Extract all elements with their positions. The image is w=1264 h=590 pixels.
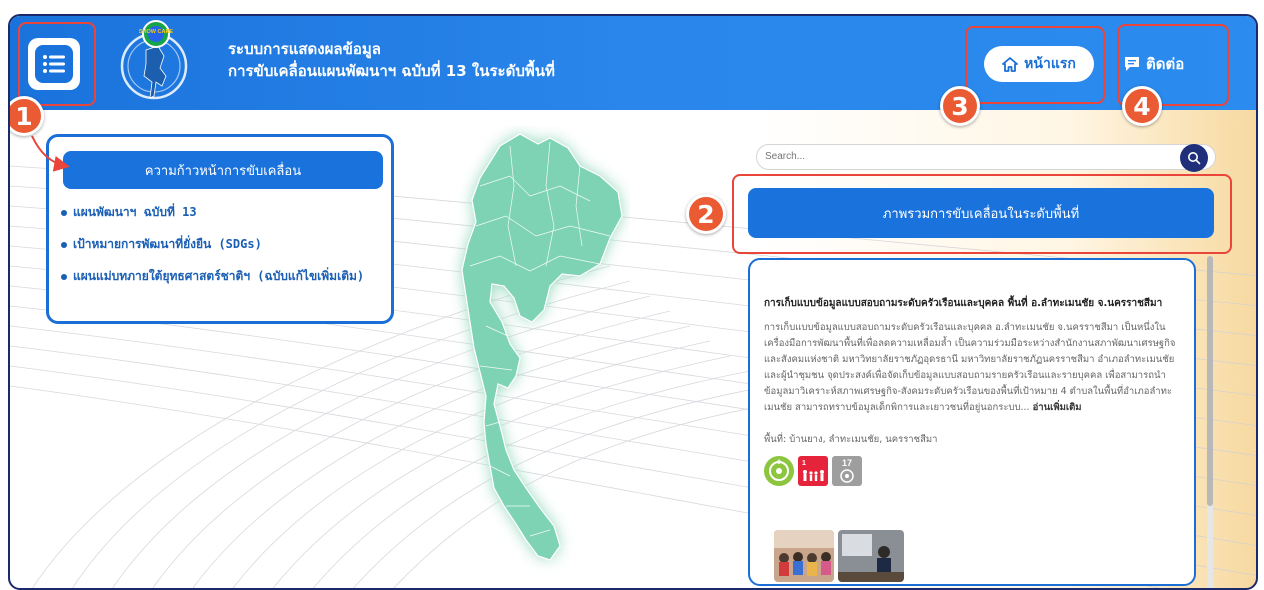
bullet-icon [61, 273, 67, 280]
menu-item-sdgs[interactable]: เป้าหมายการพัฒนาที่ยั่งยืน (SDGs) [61, 235, 262, 254]
sdg-badge-1[interactable]: 1 [798, 456, 828, 486]
read-more-link[interactable]: อ่านเพิ่มเติม [1033, 402, 1082, 413]
menu-item-label: แผนแม่บทภายใต้ยุทธศาสตร์ชาติฯ (ฉบับแก้ไข… [73, 269, 365, 283]
search-button[interactable] [1180, 144, 1208, 172]
title-line-2: การขับเคลื่อนแผนพัฒนาฯ ฉบับที่ 13 ในระดั… [228, 62, 555, 80]
title-line-1: ระบบการแสดงผลข้อมูล [228, 40, 381, 58]
search-icon [1188, 152, 1201, 165]
search-input[interactable] [765, 151, 1165, 162]
bullet-icon [61, 241, 67, 248]
sdg-badge-9[interactable]: 9 [764, 456, 794, 486]
photo-meeting-icon [774, 530, 834, 582]
scrollbar-thumb[interactable] [1207, 256, 1213, 506]
sdg-badge-17[interactable]: 17 [832, 456, 862, 486]
card-scrollbar[interactable] [1207, 256, 1213, 588]
photo-presentation-icon [838, 530, 904, 582]
menu-item-master-plan[interactable]: แผนแม่บทภายใต้ยุทธศาสตร์ชาติฯ (ฉบับแก้ไข… [61, 267, 364, 286]
annotation-box-2 [732, 174, 1232, 254]
bullet-icon [61, 209, 67, 216]
sdg-9-icon: 9 [769, 460, 789, 481]
card-location: พื้นที่: บ้านยาง, ลำทะเมนชัย, นครราชสีมา [764, 434, 938, 445]
annotation-number-3: 3 [940, 86, 980, 126]
progress-heading-button[interactable]: ความก้าวหน้าการขับเคลื่อน [63, 151, 383, 189]
annotation-box-1 [18, 22, 96, 106]
logo-text: SHOW CARE [139, 29, 174, 35]
sdg-number: 1 [802, 460, 806, 467]
menu-item-label: แผนพัฒนาฯ ฉบับที่ 13 [73, 205, 197, 219]
thailand-map[interactable] [450, 126, 630, 590]
show-care-logo: SHOW CARE [120, 20, 188, 100]
site-title: ระบบการแสดงผลข้อมูล การขับเคลื่อนแผนพัฒน… [228, 38, 555, 82]
photo-thumbnail-2[interactable] [838, 530, 904, 582]
news-card: การเก็บแบบข้อมูลแบบสอบถามระดับครัวเรือนแ… [748, 258, 1196, 586]
progress-panel: ความก้าวหน้าการขับเคลื่อน แผนพัฒนาฯ ฉบับ… [46, 134, 394, 324]
photo-thumbnail-1[interactable] [774, 530, 834, 582]
annotation-number-4: 4 [1122, 86, 1162, 126]
sdg-17-icon: 17 [840, 458, 854, 483]
card-body-text: การเก็บแบบข้อมูลแบบสอบถามระดับครัวเรือนแ… [764, 322, 1176, 413]
annotation-number-2: 2 [686, 194, 726, 234]
menu-item-label: เป้าหมายการพัฒนาที่ยั่งยืน (SDGs) [73, 237, 262, 251]
annotation-box-3 [965, 26, 1105, 104]
card-title[interactable]: การเก็บแบบข้อมูลแบบสอบถามระดับครัวเรือนแ… [764, 296, 1194, 311]
card-body: การเก็บแบบข้อมูลแบบสอบถามระดับครัวเรือนแ… [764, 320, 1184, 416]
app-window: SHOW CARE ระบบการแสดงผลข้อมูล การขับเคลื… [8, 14, 1258, 590]
sdg-number: 17 [842, 458, 852, 468]
menu-item-plan-13[interactable]: แผนพัฒนาฯ ฉบับที่ 13 [61, 203, 197, 222]
sdg-1-icon: 1 [802, 460, 824, 481]
search-bar [756, 144, 1216, 170]
